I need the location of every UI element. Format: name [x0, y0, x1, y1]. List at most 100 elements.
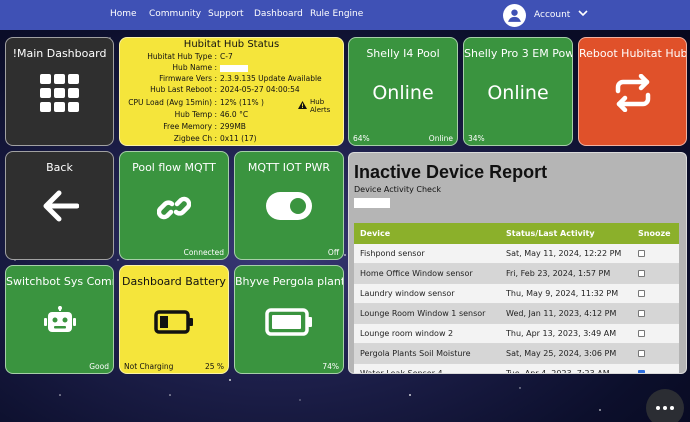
snooze-checkbox[interactable] [638, 330, 645, 337]
device-name-cell: Home Office Window sensor [360, 269, 473, 278]
mqtt-iot-status: Off [327, 248, 339, 257]
link-icon [156, 192, 192, 229]
bhyve-title: Bhyve Pergola plants [235, 275, 343, 288]
table-row: Pergola Plants Soil Moisture Sat, May 25,… [354, 344, 679, 364]
last-activity-cell: Wed, Jan 11, 2023, 4:12 PM [506, 309, 617, 318]
reboot-hub-tile[interactable]: Reboot Hubitat Hub [578, 37, 687, 146]
battery-level: 25 % [204, 362, 224, 371]
hub-alerts-label: Hub Alerts [310, 98, 331, 114]
device-name-cell: Laundry window sensor [360, 289, 455, 298]
free-memory-row: Free Memory :299MB [163, 122, 246, 131]
snooze-cell [631, 290, 679, 297]
device-name-cell: Lounge room window 2 [360, 329, 454, 338]
snooze-checkbox[interactable] [638, 310, 645, 317]
report-subtitle: Device Activity Check [354, 185, 441, 194]
snooze-cell [631, 250, 679, 257]
report-table-header: Device Status/Last Activity Snooze [354, 223, 679, 244]
back-tile[interactable]: Back [5, 151, 114, 260]
nav-support-link[interactable]: Support [208, 9, 244, 19]
dashboard-battery-title: Dashboard Battery [122, 275, 226, 288]
snooze-checkbox[interactable] [638, 250, 645, 257]
warning-icon [298, 101, 307, 111]
shelly-pro-state: Online [487, 82, 549, 104]
nav-dashboard-link[interactable]: Dashboard [254, 9, 303, 19]
device-name-cell: Water Leak Sensor 4 [360, 369, 443, 374]
snooze-checkbox[interactable] [638, 350, 645, 357]
snooze-cell [631, 330, 679, 337]
table-row: Lounge Room Window 1 sensor Wed, Jan 11, … [354, 304, 679, 324]
battery-low-icon [154, 310, 194, 339]
chevron-down-icon [578, 10, 588, 20]
nav-home-link[interactable]: Home [110, 9, 137, 19]
inactive-device-report-panel: Inactive Device Report Device Activity C… [348, 152, 687, 374]
firmware-row: Firmware Vers :2.3.9.135 Update Availabl… [159, 74, 322, 83]
last-activity-cell: Thu, Apr 13, 2023, 3:49 AM [506, 329, 617, 338]
last-activity-cell: Sat, May 25, 2024, 3:06 PM [506, 349, 617, 358]
battery-charging-status: Not Charging [124, 362, 174, 371]
snooze-cell [631, 270, 679, 277]
snooze-checkbox[interactable] [638, 270, 645, 277]
more-options-button[interactable] [646, 389, 684, 422]
bhyve-pergola-tile[interactable]: Bhyve Pergola plants 74% [234, 265, 344, 374]
account-label: Account [534, 10, 571, 20]
shelly-i4-status: Online [428, 134, 453, 143]
column-header-snooze: Snooze [638, 229, 671, 238]
switchbot-title: Switchbot Sys Comms [6, 275, 113, 288]
nav-rule-engine-link[interactable]: Rule Engine [310, 9, 363, 19]
column-header-activity: Status/Last Activity [506, 229, 595, 238]
shelly-i4-title: Shelly I4 Pool [366, 47, 440, 60]
back-title: Back [46, 161, 73, 174]
last-activity-cell: Fri, Feb 23, 2024, 1:57 PM [506, 269, 611, 278]
snooze-cell [631, 310, 679, 317]
nav-community-link[interactable]: Community [149, 9, 201, 19]
snooze-cell [631, 370, 679, 373]
table-row: Home Office Window sensor Fri, Feb 23, 20… [354, 264, 679, 284]
main-dashboard-tile[interactable]: !Main Dashboard [5, 37, 114, 146]
mqtt-iot-title: MQTT IOT PWR [247, 161, 331, 174]
battery-icon [265, 308, 313, 341]
last-reboot-row: Hub Last Reboot :2024-05-27 04:00:54 [150, 85, 300, 94]
toggle-icon [266, 192, 312, 225]
pool-flow-status: Connected [183, 248, 224, 257]
account-menu[interactable]: Account [503, 3, 588, 27]
switchbot-sys-comms-tile[interactable]: Switchbot Sys Comms Good [5, 265, 114, 374]
snooze-checkbox[interactable] [638, 290, 645, 297]
report-table: Device Status/Last Activity Snooze Fishp… [354, 223, 679, 374]
snooze-checkbox[interactable] [638, 370, 645, 373]
table-row: Fishpond sensor Sat, May 11, 2024, 12:22 … [354, 244, 679, 264]
column-header-device: Device [360, 229, 391, 238]
hub-name-row: Hub Name : [120, 63, 343, 74]
robot-icon [43, 306, 76, 341]
grid-icon [39, 74, 80, 117]
hub-type-row: Hubitat Hub Type : C-7 [147, 52, 233, 61]
shelly-i4-state: Online [372, 82, 434, 104]
dashboard-battery-tile[interactable]: Dashboard Battery Not Charging 25 % [119, 265, 229, 374]
last-activity-cell: Thu, May 9, 2024, 11:32 PM [506, 289, 619, 298]
switchbot-status: Good [89, 362, 109, 371]
bhyve-level: 74% [322, 362, 339, 371]
device-name-cell: Lounge Room Window 1 sensor [360, 309, 486, 318]
snooze-cell [631, 350, 679, 357]
table-row: Lounge room window 2 Thu, Apr 13, 2023, 3… [354, 324, 679, 344]
table-row: Laundry window sensor Thu, May 9, 2024, 1… [354, 284, 679, 304]
arrow-left-icon [41, 190, 79, 227]
pool-flow-title: Pool flow MQTT [132, 161, 216, 174]
hub-status-title: Hubitat Hub Status [183, 39, 280, 50]
last-activity-cell: Sat, May 11, 2024, 12:22 PM [506, 249, 622, 258]
refresh-arrows-icon [613, 73, 653, 117]
hub-alerts-link[interactable]: Hub Alerts [298, 98, 343, 114]
main-dashboard-title: !Main Dashboard [12, 47, 107, 60]
shelly-pro-3em-tile[interactable]: Shelly Pro 3 EM Pow... Online 34% [463, 37, 573, 146]
mqtt-iot-pwr-tile[interactable]: MQTT IOT PWR Off [234, 151, 344, 260]
shelly-i4-level: 64% [353, 134, 370, 143]
shelly-i4-pool-tile[interactable]: Shelly I4 Pool Online 64% Online [348, 37, 458, 146]
reboot-hub-title: Reboot Hubitat Hub [579, 47, 686, 60]
pool-flow-mqtt-tile[interactable]: Pool flow MQTT Connected [119, 151, 229, 260]
table-row: Water Leak Sensor 4 Tue, Apr 4, 2023, 7:2… [354, 364, 679, 374]
device-name-cell: Pergola Plants Soil Moisture [360, 349, 471, 358]
shelly-pro-title: Shelly Pro 3 EM Pow... [464, 47, 572, 60]
redacted-hub-name [220, 64, 248, 72]
last-activity-cell: Tue, Apr 4, 2023, 7:23 AM [506, 369, 610, 374]
redacted-field [354, 198, 390, 208]
shelly-pro-level: 34% [468, 134, 485, 143]
